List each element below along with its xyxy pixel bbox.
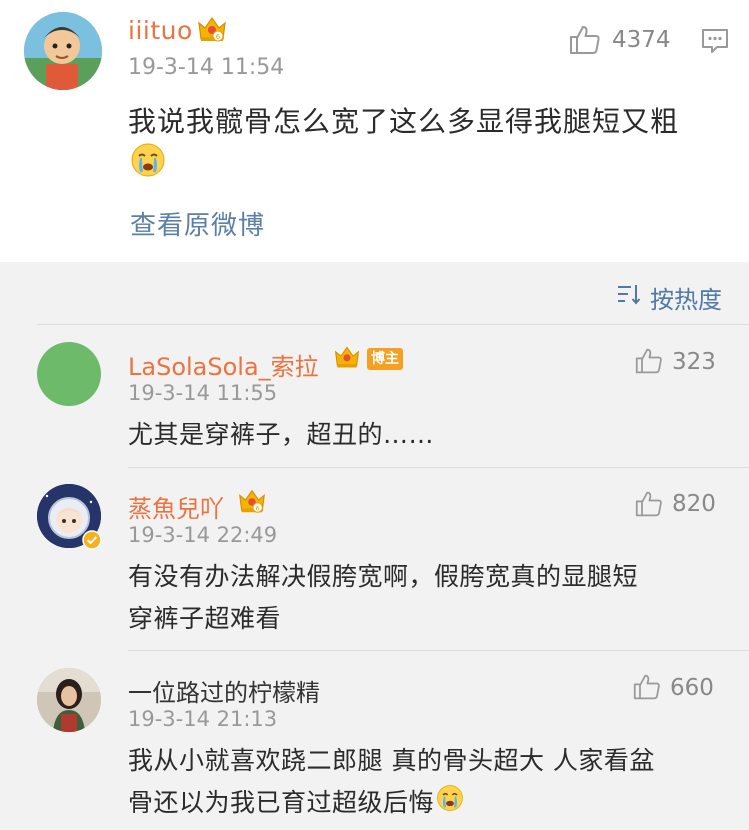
divider bbox=[37, 324, 749, 325]
thumbs-up-icon[interactable] bbox=[634, 347, 664, 379]
svg-text:6: 6 bbox=[216, 33, 221, 41]
comment-text: 我说我髋骨怎么宽了这么多显得我腿短又粗 bbox=[128, 105, 680, 138]
blogger-badge: 博主 bbox=[367, 348, 403, 370]
crying-face-icon bbox=[436, 783, 464, 825]
like-count: 4374 bbox=[612, 27, 671, 53]
comment-text-line: 有没有办法解决假胯宽啊，假胯宽真的显腿短 bbox=[128, 562, 639, 591]
username[interactable]: 蒸魚兒吖 bbox=[128, 489, 224, 524]
like-count: 323 bbox=[672, 349, 716, 375]
sort-icon[interactable] bbox=[617, 283, 641, 309]
username[interactable]: iiituo bbox=[128, 16, 193, 45]
vip-crown-icon: 6 bbox=[237, 486, 267, 520]
thumbs-up-icon[interactable] bbox=[568, 24, 602, 60]
vip-crown-icon bbox=[333, 343, 361, 375]
divider bbox=[128, 650, 749, 651]
comment-time: 19-3-14 21:13 bbox=[128, 707, 278, 731]
comment-icon[interactable] bbox=[701, 27, 729, 59]
comment-text-line: 骨还以为我已育过超级后悔 bbox=[128, 782, 655, 825]
username[interactable]: 一位路过的柠檬精 bbox=[128, 673, 320, 708]
divider bbox=[128, 467, 749, 468]
comment-text: 尤其是穿裤子，超丑的…… bbox=[128, 420, 435, 449]
like-count: 820 bbox=[672, 491, 716, 517]
svg-text:6: 6 bbox=[256, 504, 260, 512]
main-comment: iiituo 6 19-3-14 11:54 4374 我说我髋骨怎么宽了这么多… bbox=[0, 0, 749, 262]
sort-by-hot-button[interactable]: 按热度 bbox=[650, 280, 722, 315]
comment-text-line: 穿裤子超难看 bbox=[128, 604, 282, 633]
comment-text: 有没有办法解决假胯宽啊，假胯宽真的显腿短 穿裤子超难看 bbox=[128, 556, 638, 640]
comment-time: 19-3-14 11:54 bbox=[128, 55, 285, 80]
username[interactable]: LaSolaSola_索拉 bbox=[128, 347, 319, 382]
comment-text-line: 我从小就喜欢跷二郎腿 真的骨头超大 人家看盆 bbox=[128, 740, 655, 782]
like-count: 660 bbox=[670, 675, 714, 701]
comment-text-segment: 骨还以为我已育过超级后悔 bbox=[128, 788, 435, 817]
thumbs-up-icon[interactable] bbox=[632, 673, 662, 705]
verified-badge-icon bbox=[82, 530, 102, 554]
vip-crown-icon: 6 bbox=[196, 14, 228, 48]
view-original-link[interactable]: 查看原微博 bbox=[130, 205, 265, 242]
comment-time: 19-3-14 11:55 bbox=[128, 381, 278, 405]
comment-text: 我从小就喜欢跷二郎腿 真的骨头超大 人家看盆 骨还以为我已育过超级后悔 bbox=[128, 740, 655, 825]
comment-text-segment: 我从小就喜欢跷二郎腿 真的骨头超大 人家看盆 bbox=[128, 746, 655, 775]
avatar[interactable] bbox=[37, 668, 101, 732]
thumbs-up-icon[interactable] bbox=[634, 490, 664, 522]
crying-face-icon bbox=[130, 142, 166, 182]
comment-time: 19-3-14 22:49 bbox=[128, 523, 278, 547]
avatar[interactable] bbox=[37, 342, 101, 406]
avatar[interactable] bbox=[24, 12, 102, 90]
